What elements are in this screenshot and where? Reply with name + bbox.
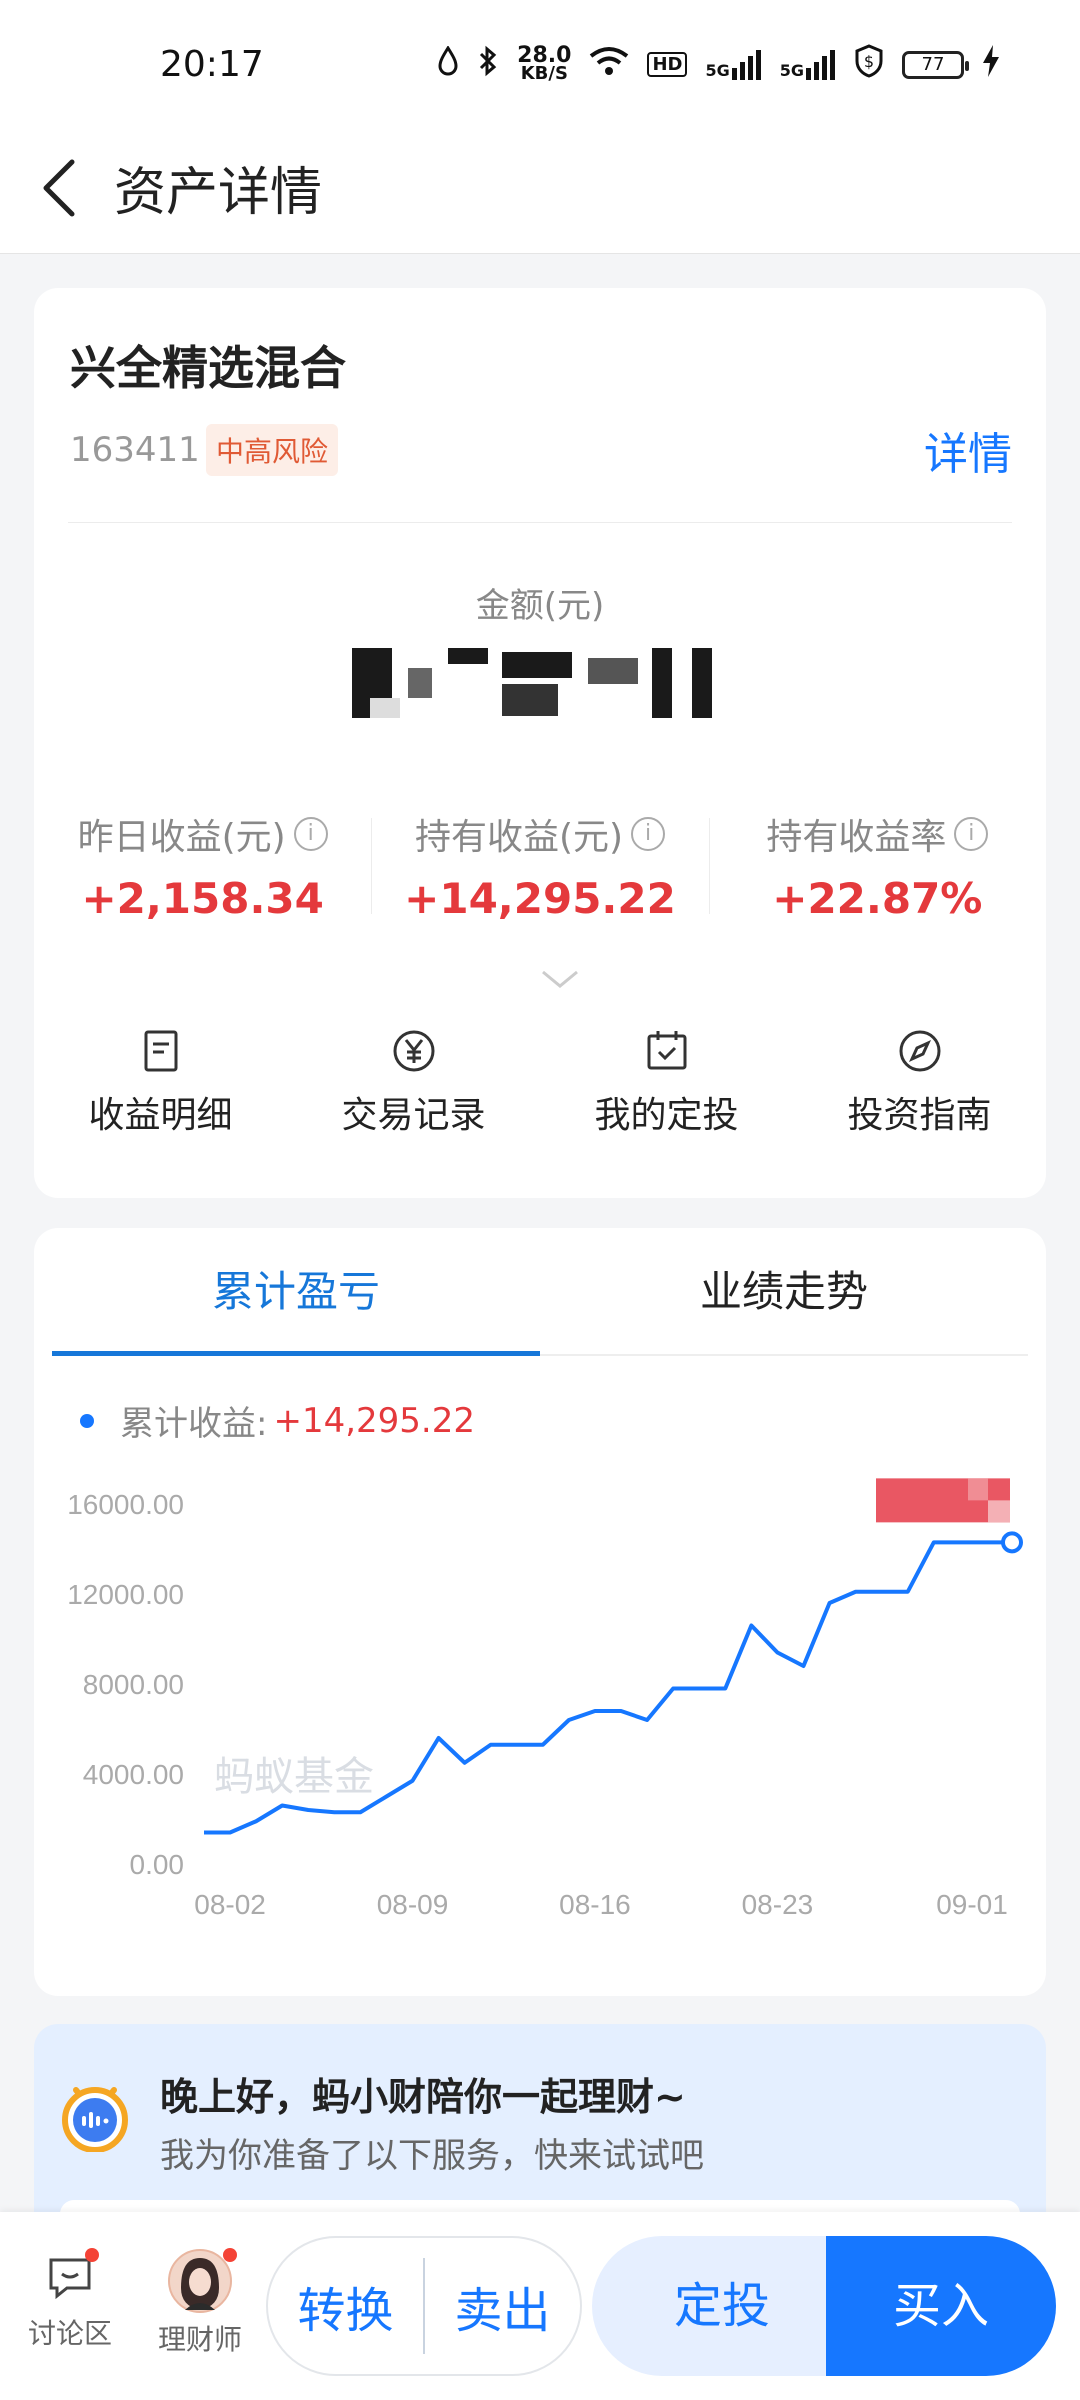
battery-icon: 77: [902, 50, 969, 79]
x-tick-label: 08-23: [742, 1889, 814, 1920]
avatar: [167, 2248, 237, 2314]
convert-button[interactable]: 转换: [268, 2271, 423, 2341]
stat-label: 昨日收益(元): [77, 817, 286, 858]
stat-yesterday: 昨日收益(元) i +2,158.34: [34, 808, 371, 928]
y-tick-label: 16000.00: [67, 1489, 184, 1520]
tab-performance-trend[interactable]: 业绩走势: [540, 1228, 1028, 1354]
y-tick-label: 0.00: [130, 1849, 185, 1880]
page-title: 资产详情: [114, 163, 323, 223]
nav-bar: 资产详情: [0, 120, 1080, 254]
divider: [68, 522, 1012, 523]
bluetooth-icon: [477, 45, 499, 84]
legend-value: +14,295.22: [273, 1400, 475, 1441]
signal-5g-icon: 5G: [705, 49, 761, 80]
assistant-subtitle: 我为你准备了以下服务，快来试试吧: [160, 2136, 704, 2176]
chart-tabs: 累计盈亏 业绩走势: [52, 1228, 1028, 1356]
x-tick-label: 09-01: [936, 1889, 1008, 1920]
action-label: 收益明细: [88, 1095, 233, 1136]
signal-5g-icon-2: 5G: [780, 49, 836, 80]
assistant-title: 晚上好，蚂小财陪你一起理财~: [160, 2075, 686, 2119]
x-tick-label: 08-16: [559, 1889, 631, 1920]
stat-rate: 持有收益率 i +22.87%: [708, 808, 1046, 928]
fund-summary-card: 兴全精选混合 163411 中高风险 详情 金额(元) 昨日收益(元) i +2…: [34, 288, 1046, 1198]
x-tick-label: 08-09: [377, 1889, 449, 1920]
risk-badge: 中高风险: [206, 424, 339, 476]
charging-icon: [982, 45, 1000, 84]
chart-card: 累计盈亏 业绩走势 累计收益: +14,295.22 16000.00 12000…: [34, 1228, 1046, 1996]
stat-value: +14,295.22: [404, 874, 676, 923]
svg-text:$: $: [864, 52, 874, 71]
convert-sell-group: 转换 卖出: [266, 2236, 582, 2376]
status-time: 20:17: [160, 44, 264, 85]
drop-icon: [437, 45, 459, 83]
yen-circle-icon: [391, 1028, 437, 1074]
watermark: 蚂蚁基金: [214, 1754, 374, 1800]
amount-label: 金额(元): [475, 586, 605, 626]
status-bar: 20:17 28.0 KB/S HD 5G 5G $ 77: [0, 0, 1080, 120]
action-label: 交易记录: [341, 1095, 486, 1136]
compass-icon: [897, 1028, 943, 1074]
info-icon[interactable]: i: [631, 817, 666, 851]
stat-label: 持有收益率: [766, 817, 947, 858]
shield-dollar-icon: $: [854, 44, 884, 85]
action-invest-guide[interactable]: 投资指南: [793, 1028, 1046, 1138]
action-trade-records[interactable]: 交易记录: [287, 1028, 540, 1138]
y-tick-label: 8000.00: [83, 1669, 184, 1700]
info-icon[interactable]: i: [954, 817, 989, 851]
y-tick-label: 4000.00: [83, 1759, 184, 1790]
stats-row: 昨日收益(元) i +2,158.34 持有收益(元) i +14,295.22…: [34, 808, 1046, 928]
action-my-auto-invest[interactable]: 我的定投: [540, 1028, 793, 1138]
buy-button[interactable]: 买入: [826, 2236, 1056, 2376]
advisor-label: 理财师: [157, 2323, 242, 2356]
stat-value: +2,158.34: [81, 874, 324, 923]
chat-icon: [45, 2248, 99, 2302]
chevron-down-icon[interactable]: [540, 968, 580, 992]
document-icon: [138, 1028, 184, 1074]
stat-holding: 持有收益(元) i +14,295.22: [371, 808, 708, 928]
bottom-action-bar: 讨论区 理财师 转换 卖出 定投 买入: [0, 2212, 1080, 2400]
legend-label: 累计收益:: [120, 1404, 268, 1444]
net-speed: 28.0 KB/S: [517, 42, 572, 84]
calendar-check-icon: [644, 1028, 690, 1074]
sell-button[interactable]: 卖出: [425, 2271, 580, 2341]
stat-value: +22.87%: [772, 874, 983, 923]
wifi-icon: [589, 46, 629, 83]
assistant-avatar-icon: [58, 2078, 132, 2153]
tooltip-redacted-part: [988, 1500, 1010, 1523]
y-tick-label: 12000.00: [67, 1579, 184, 1610]
cumulative-chart: 16000.00 12000.00 8000.00 4000.00 0.00 08-02 0…: [67, 1478, 1023, 1920]
fund-code: 163411: [70, 430, 200, 470]
detail-link[interactable]: 详情: [924, 418, 1012, 482]
chart-legend: 累计收益: +14,295.22: [80, 1396, 475, 1445]
legend-dot: [80, 1413, 94, 1428]
advisor-button[interactable]: 理财师: [140, 2248, 260, 2358]
discussion-button[interactable]: 讨论区: [10, 2248, 130, 2352]
amount-masked: [352, 648, 762, 728]
tooltip-redacted-part: [968, 1478, 988, 1501]
auto-invest-button[interactable]: 定投: [592, 2236, 852, 2376]
notification-dot: [223, 2248, 237, 2262]
stat-label: 持有收益(元): [414, 817, 624, 858]
action-label: 投资指南: [847, 1095, 992, 1136]
info-icon[interactable]: i: [293, 817, 328, 851]
discussion-label: 讨论区: [27, 2317, 112, 2350]
tab-cumulative-pnl[interactable]: 累计盈亏: [52, 1228, 540, 1356]
notification-dot: [85, 2248, 99, 2262]
x-tick-label: 08-02: [194, 1889, 266, 1920]
action-income-detail[interactable]: 收益明细: [34, 1028, 287, 1138]
action-label: 我的定投: [594, 1095, 739, 1136]
end-point-marker: [1001, 1531, 1023, 1554]
actions-row: 收益明细 交易记录 我的定投 投资指南: [34, 1028, 1046, 1138]
status-icons: 28.0 KB/S HD 5G 5G $ 77: [437, 44, 1000, 85]
hd-icon: HD: [647, 52, 688, 77]
back-arrow-icon[interactable]: [36, 156, 86, 220]
fund-name: 兴全精选混合: [70, 341, 346, 395]
